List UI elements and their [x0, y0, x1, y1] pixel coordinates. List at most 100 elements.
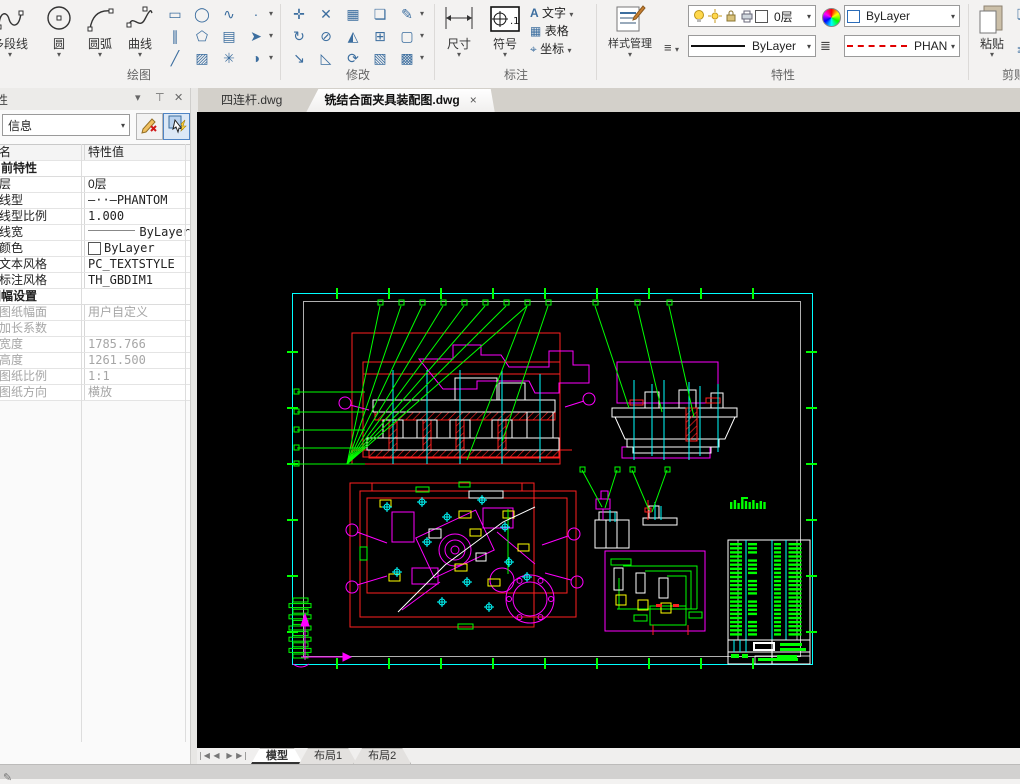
close-icon[interactable]: ×: [470, 93, 477, 107]
chevron-down-icon[interactable]: ▾: [79, 51, 121, 59]
close-icon[interactable]: ✕: [174, 91, 183, 104]
chevron-down-icon[interactable]: ▾: [972, 51, 1012, 59]
mirror-icon[interactable]: ◭: [342, 26, 364, 46]
quick-select-button[interactable]: [163, 113, 190, 140]
property-row[interactable]: 文本风格 PC_TEXTSTYLE: [0, 257, 190, 273]
chevron-down-icon[interactable]: ▾: [269, 48, 277, 68]
chevron-down-icon[interactable]: ▾: [420, 4, 428, 24]
chevron-down-icon[interactable]: ▾: [569, 10, 573, 19]
explode-icon[interactable]: ▧: [369, 48, 391, 68]
pin-icon[interactable]: ⊤: [155, 91, 165, 104]
last-tab-button[interactable]: ▶❘: [236, 748, 249, 764]
info-combo[interactable]: 信息 ▾: [2, 114, 130, 136]
property-row[interactable]: 颜色 ByLayer: [0, 241, 190, 257]
array-icon[interactable]: ▦: [342, 4, 364, 24]
move-icon[interactable]: ✛: [288, 4, 310, 24]
chevron-down-icon[interactable]: ▾: [949, 42, 957, 51]
revision-cloud-icon[interactable]: ∿: [218, 4, 240, 24]
layout-tab-布局1[interactable]: 布局1: [299, 748, 357, 764]
text-tool[interactable]: A 文字 ▾: [530, 4, 594, 22]
next-tab-button[interactable]: ▶: [223, 748, 236, 764]
property-row[interactable]: 标注风格 TH_GBDIM1: [0, 273, 190, 289]
stretch-icon[interactable]: ↘: [288, 48, 310, 68]
property-row[interactable]: 加长系数: [0, 321, 190, 337]
break-icon[interactable]: ⊘: [315, 26, 337, 46]
coordinate-tool[interactable]: ⌖ 坐标 ▾: [530, 40, 594, 58]
linetype2-combo[interactable]: PHAN ▾: [844, 35, 960, 57]
prev-tab-button[interactable]: ◀: [210, 748, 223, 764]
lock-icon[interactable]: [724, 9, 738, 23]
edit-clear-button[interactable]: [136, 113, 163, 140]
drawing-canvas[interactable]: [197, 112, 1020, 748]
property-row[interactable]: 图纸方向 横放: [0, 385, 190, 401]
hatch-icon[interactable]: ▨: [191, 48, 213, 68]
chevron-down-icon[interactable]: ▾: [567, 46, 571, 55]
printer-icon[interactable]: [740, 9, 754, 23]
boundary-icon[interactable]: ◑: [245, 48, 267, 68]
title-block: [727, 639, 811, 665]
property-row[interactable]: 宽度 1785.766: [0, 337, 190, 353]
group-icon[interactable]: ✳: [218, 48, 240, 68]
block-icon[interactable]: ▤: [218, 26, 240, 46]
property-row[interactable]: 线型比例 1.000: [0, 209, 190, 225]
color-combo[interactable]: ByLayer ▾: [844, 5, 960, 27]
multiline-icon[interactable]: ∥: [164, 26, 186, 46]
layout-tab-模型[interactable]: 模型: [251, 748, 303, 764]
sun-icon[interactable]: [708, 9, 722, 23]
cad-application-window: { "palette":{"canvas_bg":"#000000","cad_…: [0, 0, 1020, 784]
doc-tab-0[interactable]: 四连杆.dwg: [203, 89, 300, 112]
chevron-down-icon[interactable]: ▾: [120, 51, 160, 59]
chevron-down-icon[interactable]: ▾: [135, 91, 141, 104]
chevron-down-icon[interactable]: ▾: [420, 26, 428, 46]
property-row[interactable]: 线宽 ByLayer: [0, 225, 190, 241]
property-row[interactable]: 线型 —··— PHANTOM: [0, 193, 190, 209]
chevron-down-icon[interactable]: ▾: [484, 51, 526, 59]
chevron-down-icon[interactable]: ▾: [420, 48, 428, 68]
chevron-down-icon[interactable]: ▾: [600, 51, 660, 59]
polygon-icon[interactable]: ⬠: [191, 26, 213, 46]
lineweight-list-button[interactable]: ≡ ▾: [664, 40, 679, 55]
layer-combo[interactable]: 0层 ▾: [688, 5, 816, 27]
property-row[interactable]: 图纸幅面 用户自定义: [0, 305, 190, 321]
chevron-down-icon[interactable]: ▾: [119, 121, 127, 130]
group-separator: [968, 4, 969, 80]
chevron-down-icon[interactable]: ▾: [40, 51, 78, 59]
line-icon[interactable]: ╱: [164, 48, 186, 68]
offset-icon[interactable]: ↻: [288, 26, 310, 46]
bulb-icon[interactable]: [692, 9, 706, 23]
table-tool[interactable]: ▦ 表格: [530, 22, 594, 40]
overlap-icon[interactable]: ⊞: [369, 26, 391, 46]
copy-icon[interactable]: ❏: [369, 4, 391, 24]
rotate-icon[interactable]: ⟳: [342, 48, 364, 68]
chevron-down-icon[interactable]: ▾: [949, 12, 957, 21]
layer-color-swatch: [755, 9, 768, 23]
color-wheel-icon[interactable]: [822, 8, 841, 27]
ellipse-icon[interactable]: ◯: [191, 4, 213, 24]
linetype-combo[interactable]: ByLayer ▾: [688, 35, 816, 57]
erase-icon[interactable]: ✕: [315, 4, 337, 24]
property-row[interactable]: 图纸比例 1:1: [0, 369, 190, 385]
property-label: 线型: [0, 193, 85, 208]
chevron-down-icon[interactable]: ▾: [269, 4, 277, 24]
first-tab-button[interactable]: ❘◀: [197, 748, 210, 764]
scale-icon[interactable]: ▢: [396, 26, 418, 46]
rectangle-icon[interactable]: ▭: [164, 4, 186, 24]
cut-icon[interactable]: ✂: [1012, 40, 1020, 60]
point-icon[interactable]: ·: [245, 4, 267, 24]
chevron-down-icon[interactable]: ▾: [805, 12, 813, 21]
phantom-linetype-sample: [847, 45, 907, 47]
gradient-icon[interactable]: ➤: [245, 26, 267, 46]
chevron-down-icon[interactable]: ▾: [805, 42, 813, 51]
chevron-down-icon[interactable]: ▾: [0, 51, 38, 59]
property-row[interactable]: 层 0层: [0, 177, 190, 193]
edit-polyline-icon[interactable]: ✎: [396, 4, 418, 24]
chevron-down-icon[interactable]: ▾: [438, 51, 480, 59]
property-row[interactable]: 高度 1261.500: [0, 353, 190, 369]
copy-icon[interactable]: ❏: [1012, 4, 1020, 24]
doc-tab-1[interactable]: 铣结合面夹具装配图.dwg ×: [306, 89, 494, 112]
chevron-down-icon[interactable]: ▾: [269, 26, 277, 46]
lineweight-icon[interactable]: ≣: [820, 38, 831, 54]
hatch-edit-icon[interactable]: ▩: [396, 48, 418, 68]
layout-tab-布局2[interactable]: 布局2: [353, 748, 411, 764]
chamfer-icon[interactable]: ◺: [315, 48, 337, 68]
